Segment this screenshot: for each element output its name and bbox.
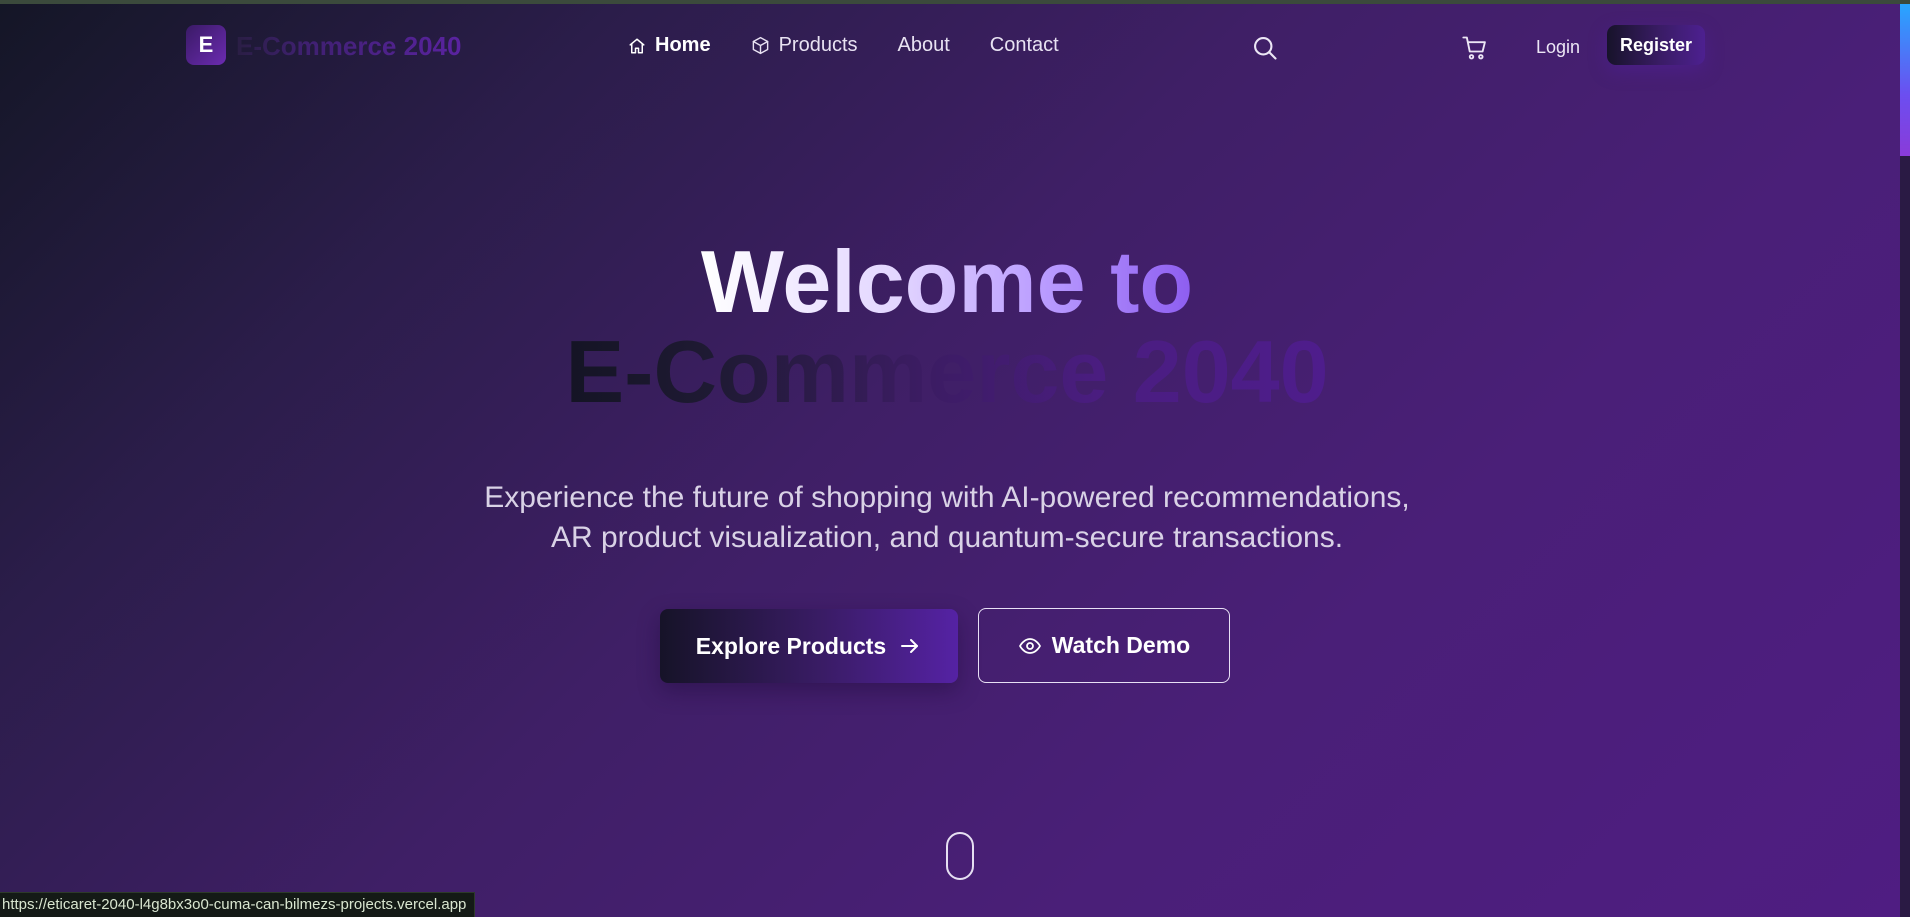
nav-label-about: About bbox=[897, 34, 950, 56]
logo-letter: E bbox=[198, 32, 214, 57]
nav-label-contact: Contact bbox=[989, 34, 1059, 56]
cart-button[interactable] bbox=[1461, 34, 1489, 67]
nav-label-home: Home bbox=[655, 34, 711, 56]
watch-demo-label: Watch Demo bbox=[1051, 632, 1191, 658]
status-bar-url: https://eticaret-2040-l4g8bx3o0-cuma-can… bbox=[0, 892, 476, 917]
register-button[interactable]: Register bbox=[1607, 25, 1705, 65]
logo-text[interactable]: E-Commerce 2040 bbox=[236, 31, 461, 62]
hero-title-welcome: Welcome to bbox=[700, 232, 1194, 331]
cube-icon bbox=[752, 36, 768, 55]
hero-title-line2: E-Commerce 2040 bbox=[0, 322, 1894, 422]
hero-title-line1: Welcome to bbox=[0, 232, 1894, 332]
nav-item-home[interactable]: Home bbox=[628, 34, 711, 57]
main-nav: Home Products About Contact bbox=[628, 34, 1099, 57]
nav-label-products: Products bbox=[778, 34, 858, 56]
explore-products-label: Explore Products bbox=[695, 632, 887, 659]
search-button[interactable] bbox=[1251, 34, 1279, 67]
nav-item-about[interactable]: About bbox=[898, 34, 950, 57]
nav-item-contact[interactable]: Contact bbox=[990, 34, 1059, 57]
home-icon bbox=[629, 38, 645, 53]
explore-products-button[interactable]: Explore Products bbox=[660, 609, 958, 683]
logo-badge[interactable]: E bbox=[186, 25, 226, 65]
eye-icon bbox=[1018, 637, 1041, 654]
arrow-right-icon bbox=[901, 639, 919, 653]
scroll-mouse-icon[interactable] bbox=[946, 832, 974, 880]
scrollbar-thumb[interactable] bbox=[1900, 4, 1910, 156]
site-header: E E-Commerce 2040 Home Products About Co… bbox=[0, 4, 1900, 86]
hero-subtitle: Experience the future of shopping with A… bbox=[484, 481, 1410, 554]
search-icon bbox=[1254, 37, 1277, 60]
watch-demo-button[interactable]: Watch Demo bbox=[978, 608, 1230, 683]
login-link[interactable]: Login bbox=[1536, 37, 1580, 58]
hero-title-brand: E-Commerce 2040 bbox=[565, 322, 1329, 421]
cart-icon bbox=[1462, 36, 1486, 60]
nav-item-products[interactable]: Products bbox=[751, 34, 858, 57]
